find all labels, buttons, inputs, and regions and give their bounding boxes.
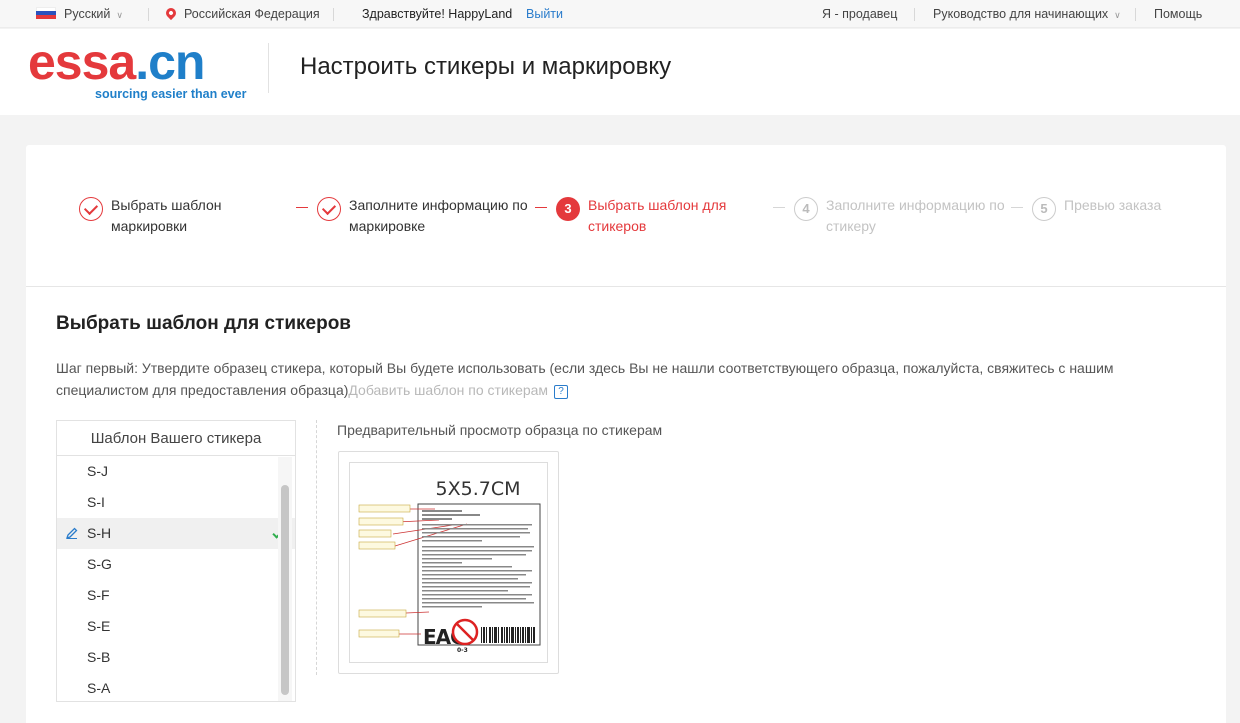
- region-label: Российская Федерация: [184, 7, 320, 21]
- vertical-divider: [316, 420, 317, 675]
- scrollbar-thumb[interactable]: [281, 485, 289, 695]
- pencil-icon: [66, 527, 78, 539]
- language-label: Русский: [64, 7, 111, 21]
- step-label: Выбрать шаблон маркировки: [111, 197, 222, 234]
- step-number-badge: 4: [794, 197, 818, 221]
- chevron-down-icon: ∨: [116, 10, 123, 20]
- section-description: Шаг первый: Утвердите образец стикера, к…: [56, 357, 1156, 401]
- header-divider: [268, 43, 269, 93]
- site-header: essa.cn sourcing easier than ever Настро…: [0, 29, 1240, 115]
- help-link[interactable]: Помощь: [1154, 0, 1202, 28]
- sticker-size-label: 5X5.7CM: [436, 478, 521, 500]
- step-label: Выбрать шаблон для стикеров: [588, 197, 727, 234]
- language-selector[interactable]: Русский ∨: [36, 0, 123, 28]
- step-connector: [1011, 207, 1023, 208]
- logo-tagline: sourcing easier than ever: [95, 87, 247, 101]
- section-title: Выбрать шаблон для стикеров: [56, 313, 351, 334]
- template-item-s-a[interactable]: S-A: [57, 673, 295, 701]
- step-label: Превью заказа: [1064, 197, 1162, 213]
- step-label: Заполните информацию по маркировке: [349, 197, 528, 234]
- template-list: Шаблон Вашего стикера S-J S-I S-H S-G S-…: [56, 420, 296, 702]
- guide-label: Руководство для начинающих: [933, 7, 1109, 21]
- check-circle-icon: [79, 197, 103, 221]
- template-item-s-i[interactable]: S-I: [57, 487, 295, 518]
- logout-link[interactable]: Выйти: [526, 0, 563, 28]
- region-selector[interactable]: Российская Федерация: [163, 0, 320, 28]
- chevron-down-icon: ∨: [1114, 10, 1121, 20]
- description-text: Шаг первый: Утвердите образец стикера, к…: [56, 360, 1114, 398]
- list-scrollbar[interactable]: [278, 457, 292, 701]
- sticker-sample-image: 5X5.7CM EAC 0-3: [349, 462, 548, 663]
- page-title: Настроить стикеры и маркировку: [300, 53, 672, 80]
- step-connector: [535, 207, 547, 208]
- template-item-s-e[interactable]: S-E: [57, 611, 295, 642]
- sticker-preview: 5X5.7CM EAC 0-3: [338, 451, 559, 674]
- top-bar: Русский ∨ Российская Федерация Здравствуй…: [0, 0, 1240, 28]
- preview-title: Предварительный просмотр образца по стик…: [337, 422, 663, 438]
- stepper: Выбрать шаблон маркировки Заполните инфо…: [26, 145, 1226, 287]
- greeting-text: Здравствуйте! HappyLand: [362, 7, 513, 21]
- add-template-link[interactable]: Добавить шаблон по стикерам: [348, 382, 548, 398]
- template-item-s-g[interactable]: S-G: [57, 549, 295, 580]
- step-label: Заполните информацию по стикеру: [826, 197, 1005, 234]
- main-card: Выбрать шаблон маркировки Заполните инфо…: [26, 145, 1226, 723]
- age-warning-label: 0-3: [457, 647, 468, 654]
- seller-link[interactable]: Я - продавец: [822, 0, 897, 28]
- help-question-icon[interactable]: ?: [554, 385, 569, 399]
- template-list-header: Шаблон Вашего стикера: [57, 421, 295, 456]
- essa-logo[interactable]: essa.cn sourcing easier than ever: [28, 33, 246, 103]
- template-item-s-f[interactable]: S-F: [57, 580, 295, 611]
- template-item-s-j[interactable]: S-J: [57, 456, 295, 487]
- template-item-s-h[interactable]: S-H: [57, 518, 295, 549]
- step-connector: [773, 207, 785, 208]
- check-circle-icon: [317, 197, 341, 221]
- template-item-s-b[interactable]: S-B: [57, 642, 295, 673]
- russia-flag-icon: [36, 7, 56, 19]
- step-number-badge: 3: [556, 197, 580, 221]
- step-number-badge: 5: [1032, 197, 1056, 221]
- step-connector: [296, 207, 308, 208]
- location-pin-icon: [163, 5, 179, 21]
- logo-wordmark: essa.cn: [28, 34, 205, 90]
- guide-menu[interactable]: Руководство для начинающих ∨: [933, 0, 1121, 28]
